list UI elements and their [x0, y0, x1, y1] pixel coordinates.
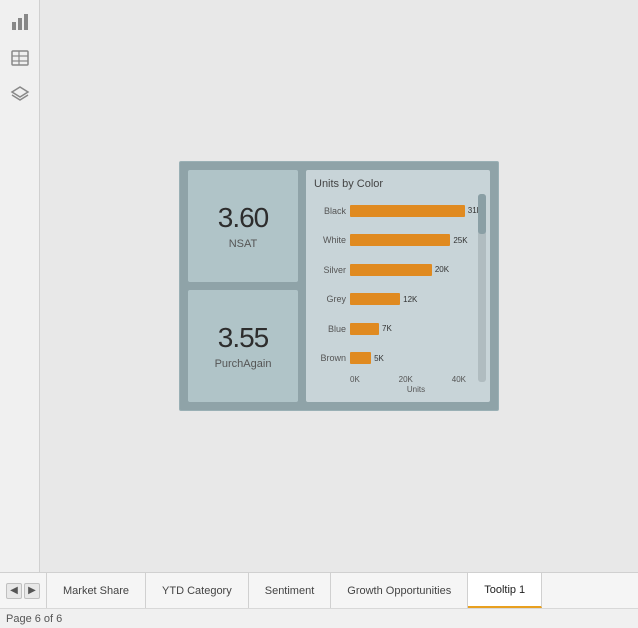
bar-value: 20K	[435, 265, 449, 274]
bar-fill	[350, 293, 400, 305]
bar-fill	[350, 264, 432, 276]
sidebar	[0, 0, 40, 572]
layers-icon[interactable]	[6, 80, 34, 108]
tab-tooltip-1[interactable]: Tooltip 1	[468, 573, 542, 608]
table-icon[interactable]	[6, 44, 34, 72]
tab-sentiment[interactable]: Sentiment	[249, 573, 332, 608]
x-axis: 0K 20K 40K	[314, 375, 482, 384]
bar-label: Silver	[314, 265, 346, 275]
nsat-label: NSAT	[229, 238, 258, 250]
next-page-button[interactable]: ▶	[24, 583, 40, 599]
bar-row: Brown 5K	[314, 349, 482, 367]
bar-container: 5K	[350, 352, 482, 364]
scrollbar-track[interactable]	[478, 194, 486, 382]
purchagain-card: 3.55 PurchAgain	[188, 290, 298, 402]
status-bar: Page 6 of 6	[0, 608, 638, 628]
tab-growth-opportunities[interactable]: Growth Opportunities	[331, 573, 468, 608]
bar-label: Grey	[314, 294, 346, 304]
bar-value: 25K	[453, 236, 467, 245]
x-axis-title: Units	[314, 385, 482, 394]
canvas-area: 3.60 NSAT 3.55 PurchAgain Units by Color…	[40, 0, 638, 572]
bar-row: Black 31K	[314, 202, 482, 220]
tab-bar: ◀ ▶ Market ShareYTD CategorySentimentGro…	[0, 572, 638, 608]
x-label-40k: 40K	[452, 375, 466, 384]
purchagain-label: PurchAgain	[215, 358, 272, 370]
tab-market-share[interactable]: Market Share	[47, 573, 146, 608]
chart-panel: Units by Color Black 31K White 25K Silver 20K…	[306, 170, 490, 402]
x-label-20k: 20K	[399, 375, 413, 384]
bar-container: 7K	[350, 323, 482, 335]
bar-fill	[350, 234, 450, 246]
dashboard-card: 3.60 NSAT 3.55 PurchAgain Units by Color…	[179, 161, 499, 411]
bar-value: 12K	[403, 295, 417, 304]
purchagain-value: 3.55	[218, 322, 269, 354]
x-label-0k: 0K	[350, 375, 360, 384]
bar-value: 5K	[374, 354, 384, 363]
bar-label: White	[314, 235, 346, 245]
prev-page-button[interactable]: ◀	[6, 583, 22, 599]
tabs-container: Market ShareYTD CategorySentimentGrowth …	[47, 573, 638, 608]
bar-container: 20K	[350, 264, 482, 276]
bar-container: 31K	[350, 205, 482, 217]
bar-value: 7K	[382, 324, 392, 333]
bar-fill	[350, 323, 379, 335]
nsat-value: 3.60	[218, 202, 269, 234]
bar-container: 25K	[350, 234, 482, 246]
bottom-bar: ◀ ▶ Market ShareYTD CategorySentimentGro…	[0, 572, 638, 628]
main-area: 3.60 NSAT 3.55 PurchAgain Units by Color…	[0, 0, 638, 572]
bar-label: Brown	[314, 353, 346, 363]
bar-chart-icon[interactable]	[6, 8, 34, 36]
tab-navigation: ◀ ▶	[0, 573, 47, 608]
bar-row: White 25K	[314, 231, 482, 249]
bar-label: Black	[314, 206, 346, 216]
tab-ytd-category[interactable]: YTD Category	[146, 573, 249, 608]
nsat-card: 3.60 NSAT	[188, 170, 298, 282]
chart-area: Black 31K White 25K Silver 20K Grey 12K Blue 7K Br…	[314, 196, 482, 373]
bar-fill	[350, 205, 465, 217]
bar-row: Blue 7K	[314, 320, 482, 338]
chart-title: Units by Color	[314, 178, 482, 190]
page-indicator: Page 6 of 6	[6, 613, 62, 625]
bar-row: Silver 20K	[314, 261, 482, 279]
bar-container: 12K	[350, 293, 482, 305]
scrollbar-thumb[interactable]	[478, 194, 486, 234]
bar-row: Grey 12K	[314, 290, 482, 308]
metrics-column: 3.60 NSAT 3.55 PurchAgain	[188, 170, 298, 402]
bar-label: Blue	[314, 324, 346, 334]
bar-fill	[350, 352, 371, 364]
